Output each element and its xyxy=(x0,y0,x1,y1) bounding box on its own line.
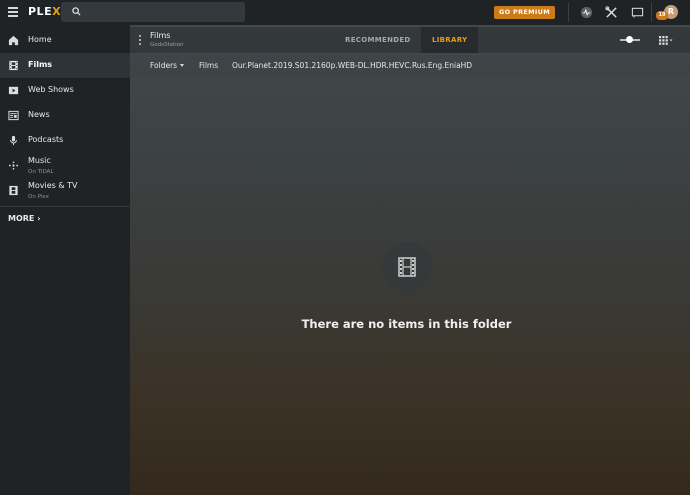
tab-library[interactable]: LIBRARY xyxy=(421,27,479,53)
sidebar-item-label: Web Shows xyxy=(28,85,74,94)
sidebar-item-news[interactable]: News xyxy=(0,103,130,128)
sidebar-item-sublabel: On Plex xyxy=(28,194,49,200)
sidebar-divider xyxy=(0,206,130,207)
sidebar-item-podcasts[interactable]: Podcasts xyxy=(0,128,130,153)
sidebar-item-home[interactable]: Home xyxy=(0,28,130,53)
divider xyxy=(651,3,652,22)
main-content: Films GodsStation RECOMMENDED LIBRARY Fo… xyxy=(130,25,690,495)
film-icon xyxy=(398,257,416,277)
settings-tools-icon[interactable] xyxy=(605,6,618,19)
logo-accent-letter: X xyxy=(52,5,62,18)
caret-down-icon xyxy=(180,64,185,67)
sidebar-item-label: Podcasts xyxy=(28,135,64,144)
tab-recommended[interactable]: RECOMMENDED xyxy=(345,27,411,53)
grid-view-icon[interactable] xyxy=(659,36,673,45)
sidebar: Home Films Web Shows News Podcasts Music… xyxy=(0,25,130,495)
sidebar-item-label: Films xyxy=(28,60,53,69)
sidebar-item-label: Movies & TV xyxy=(28,181,78,190)
activity-icon[interactable] xyxy=(580,6,593,19)
breadcrumb-parent[interactable]: Films xyxy=(199,61,218,70)
library-title[interactable]: Films xyxy=(150,31,170,40)
sidebar-item-label: Home xyxy=(28,35,52,44)
folders-label: Folders xyxy=(150,61,178,70)
home-icon xyxy=(8,35,19,46)
server-name: GodsStation xyxy=(150,42,184,48)
folders-dropdown[interactable]: Folders xyxy=(150,61,185,70)
notification-badge: 19 xyxy=(656,11,668,20)
sidebar-item-label: News xyxy=(28,110,50,119)
cast-icon[interactable] xyxy=(631,6,644,19)
go-premium-button[interactable]: GO PREMIUM xyxy=(494,6,555,19)
microphone-icon xyxy=(10,135,17,146)
empty-state-message: There are no items in this folder xyxy=(301,317,512,331)
chevron-right-icon: › xyxy=(37,214,41,223)
film-icon xyxy=(9,60,18,71)
logo-text: PLEX xyxy=(28,5,62,18)
film-icon xyxy=(9,185,18,196)
top-bar: PLEX GO PREMIUM R 19 xyxy=(0,0,690,25)
sidebar-item-sublabel: On TIDAL xyxy=(28,169,54,175)
search-input[interactable] xyxy=(61,2,245,22)
sidebar-item-movies-tv[interactable]: Movies & TV On Plex xyxy=(0,178,130,203)
sidebar-item-web-shows[interactable]: Web Shows xyxy=(0,78,130,103)
empty-state-icon-circle xyxy=(382,242,432,292)
more-options-icon[interactable] xyxy=(139,35,141,45)
news-icon xyxy=(8,110,19,121)
sidebar-item-label: Music xyxy=(28,156,51,165)
plex-logo[interactable]: PLEX xyxy=(28,5,61,18)
divider xyxy=(568,3,569,22)
menu-icon[interactable] xyxy=(8,7,18,17)
music-icon xyxy=(8,161,19,170)
zoom-slider-handle[interactable] xyxy=(626,36,633,43)
sidebar-item-films[interactable]: Films xyxy=(0,53,130,78)
tv-play-icon xyxy=(8,86,19,95)
breadcrumb: Folders Films Our.Planet.2019.S01.2160p.… xyxy=(130,55,690,77)
breadcrumb-current: Our.Planet.2019.S01.2160p.WEB-DL.HDR.HEV… xyxy=(232,61,473,70)
library-header: Films GodsStation RECOMMENDED LIBRARY xyxy=(130,27,690,53)
search-icon xyxy=(72,7,81,16)
more-button[interactable]: MORE › xyxy=(8,214,40,223)
sidebar-item-music[interactable]: Music On TIDAL xyxy=(0,153,130,178)
more-label: MORE xyxy=(8,214,35,223)
